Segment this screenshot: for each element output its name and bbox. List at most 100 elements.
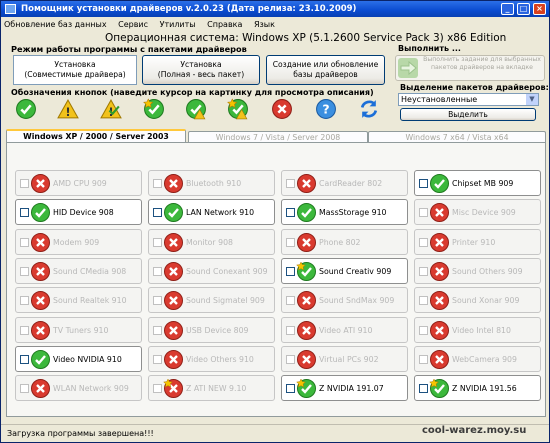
svg-text:?: ? (322, 102, 329, 117)
install-compatible-button[interactable]: Установка (Совместимые драйвера) (13, 55, 137, 85)
driver-item[interactable]: WLAN Network 909 (15, 375, 142, 402)
driver-checkbox[interactable] (153, 296, 162, 306)
driver-item[interactable]: Monitor 908 (148, 228, 275, 255)
window-title: Помощник установки драйверов v.2.0.23 (Д… (21, 4, 357, 14)
driver-item[interactable]: Z NVIDIA 191.56 (414, 375, 541, 402)
legend-check-star-icon[interactable] (143, 98, 165, 120)
driver-item[interactable]: Sound Conexant 909 (148, 257, 275, 284)
driver-checkbox[interactable] (419, 208, 428, 218)
driver-checkbox[interactable] (20, 296, 29, 306)
driver-item[interactable]: Z ATI NEW 9.10 (148, 375, 275, 402)
driver-checkbox[interactable] (153, 354, 162, 364)
install-full-button[interactable]: Установка (Полная - весь пакет) (142, 55, 260, 85)
driver-checkbox[interactable] (286, 384, 295, 394)
driver-checkbox[interactable] (153, 237, 162, 247)
driver-item[interactable]: Sound Realtek 910 (15, 287, 142, 314)
driver-item[interactable]: USB Device 809 (148, 316, 275, 343)
minimize-button[interactable]: _ (501, 3, 514, 15)
driver-name: WLAN Network 909 (53, 384, 129, 394)
maximize-button[interactable]: □ (517, 3, 530, 15)
run-arrow-icon (398, 58, 418, 78)
menu-language[interactable]: Язык (254, 20, 275, 29)
driver-item[interactable]: Video Others 910 (148, 345, 275, 372)
driver-item[interactable]: Sound SndMax 909 (281, 287, 408, 314)
driver-name: Z ATI NEW 9.10 (186, 384, 247, 394)
driver-checkbox[interactable] (153, 208, 162, 218)
driver-checkbox[interactable] (20, 208, 29, 218)
menu-utilities[interactable]: Утилиты (160, 20, 196, 29)
driver-checkbox[interactable] (20, 354, 29, 364)
driver-item[interactable]: Chipset MB 909 (414, 170, 541, 196)
driver-checkbox[interactable] (419, 296, 428, 306)
driver-item[interactable]: Sound Creativ 909 (281, 257, 408, 284)
selection-dropdown[interactable]: Неустановленные ▼ (398, 93, 539, 106)
tab-winxp[interactable]: Windows XP / 2000 / Server 2003 (6, 129, 186, 143)
select-button[interactable]: Выделить (400, 108, 536, 121)
legend-check-icon[interactable] (15, 98, 37, 120)
legend-check-warn-icon[interactable] (185, 98, 207, 120)
driver-checkbox[interactable] (286, 208, 295, 218)
driver-checkbox[interactable] (419, 266, 428, 276)
cross-icon (429, 290, 450, 311)
driver-item[interactable]: HID Device 908 (15, 199, 142, 226)
driver-item[interactable]: Video Intel 810 (414, 316, 541, 343)
driver-checkbox[interactable] (20, 266, 29, 276)
driver-checkbox[interactable] (286, 296, 295, 306)
driver-item[interactable]: TV Tuners 910 (15, 316, 142, 343)
driver-checkbox[interactable] (20, 325, 29, 335)
driver-item[interactable]: Printer 910 (414, 228, 541, 255)
driver-checkbox[interactable] (20, 237, 29, 247)
driver-item[interactable]: Sound Xonar 909 (414, 287, 541, 314)
driver-name: Bluetooth 910 (186, 179, 242, 188)
driver-checkbox[interactable] (153, 325, 162, 335)
driver-item[interactable]: Sound CMedia 908 (15, 257, 142, 284)
close-button[interactable]: × (533, 3, 546, 15)
driver-checkbox[interactable] (419, 325, 428, 335)
legend-cross-icon[interactable] (271, 98, 293, 120)
driver-item[interactable]: CardReader 802 (281, 170, 408, 196)
driver-item[interactable]: Modem 909 (15, 228, 142, 255)
driver-item[interactable]: AMD CPU 909 (15, 170, 142, 196)
driver-checkbox[interactable] (153, 179, 162, 188)
driver-item[interactable]: Sound Sigmatel 909 (148, 287, 275, 314)
driver-item[interactable]: Video ATI 910 (281, 316, 408, 343)
menu-help[interactable]: Справка (207, 20, 242, 29)
driver-checkbox[interactable] (286, 179, 295, 188)
driver-checkbox[interactable] (419, 179, 428, 188)
driver-item[interactable]: Virtual PCs 902 (281, 345, 408, 372)
driver-checkbox[interactable] (153, 266, 162, 276)
menu-service[interactable]: Сервис (118, 20, 148, 29)
driver-item[interactable]: WebCamera 909 (414, 345, 541, 372)
driver-name: Video Others 910 (186, 354, 254, 364)
driver-checkbox[interactable] (419, 384, 428, 394)
legend-warn-icon[interactable]: ! (57, 98, 79, 120)
driver-item[interactable]: Sound Others 909 (414, 257, 541, 284)
driver-checkbox[interactable] (153, 384, 162, 394)
create-update-db-button[interactable]: Создание или обновление базы драйверов (266, 55, 385, 85)
legend-check-warn2-icon[interactable] (227, 98, 249, 120)
driver-item[interactable]: Bluetooth 910 (148, 170, 275, 196)
driver-item[interactable]: LAN Network 910 (148, 199, 275, 226)
driver-checkbox[interactable] (286, 237, 295, 247)
driver-checkbox[interactable] (286, 325, 295, 335)
driver-name: Z NVIDIA 191.56 (452, 384, 517, 394)
legend-help-icon[interactable]: ? (315, 98, 337, 120)
cross-icon (429, 202, 450, 223)
legend-refresh-icon[interactable] (358, 98, 380, 120)
driver-item[interactable]: Z NVIDIA 191.07 (281, 375, 408, 402)
driver-checkbox[interactable] (20, 179, 29, 188)
cross-icon (30, 320, 51, 341)
chevron-down-icon[interactable]: ▼ (526, 94, 538, 105)
driver-checkbox[interactable] (286, 354, 295, 364)
driver-name: Sound Sigmatel 909 (186, 296, 265, 306)
menu-update-db[interactable]: Обновление баз данных (4, 20, 107, 29)
driver-item[interactable]: Misc Device 909 (414, 199, 541, 226)
legend-warn-check-icon[interactable]: ! (100, 98, 122, 120)
driver-item[interactable]: MassStorage 910 (281, 199, 408, 226)
driver-item[interactable]: Video NVIDIA 910 (15, 345, 142, 372)
driver-checkbox[interactable] (419, 237, 428, 247)
driver-checkbox[interactable] (286, 266, 295, 276)
driver-checkbox[interactable] (20, 384, 29, 394)
driver-checkbox[interactable] (419, 354, 428, 364)
driver-item[interactable]: Phone 802 (281, 228, 408, 255)
